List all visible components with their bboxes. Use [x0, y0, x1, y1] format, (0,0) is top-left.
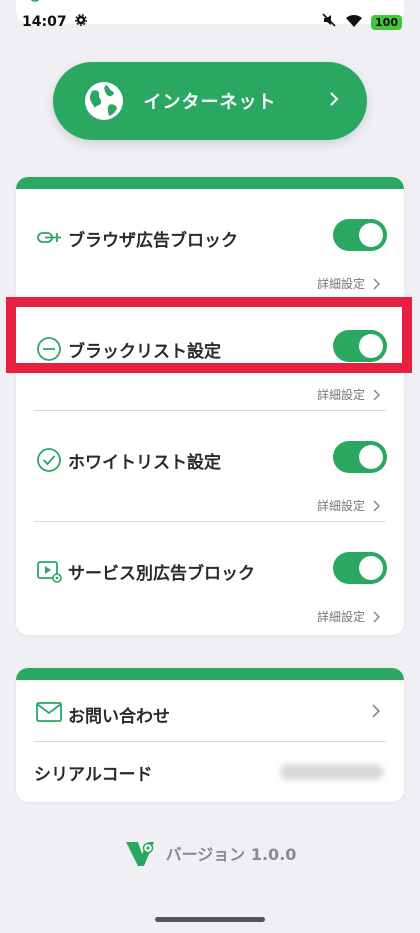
browser-ad-block-toggle[interactable]: [333, 219, 387, 251]
browser-ad-block-row: ブラウザ広告ブロック 詳細設定: [16, 189, 404, 300]
service-ad-block-detail-link[interactable]: 詳細設定: [317, 608, 380, 625]
chevron-right-icon: [330, 92, 339, 106]
browser-ad-block-label: ブラウザ広告ブロック: [68, 231, 238, 251]
chevron-right-icon: [373, 610, 380, 623]
version-info: バージョン 1.0.0: [0, 838, 420, 868]
whitelist-row: ホワイトリスト設定 詳細設定: [16, 411, 404, 522]
detail-label: 詳細設定: [316, 610, 365, 624]
status-time: 14:07: [22, 14, 67, 30]
link-plus-icon: [37, 232, 61, 243]
version-label: バージョン 1.0.0: [165, 845, 297, 864]
chevron-right-icon: [373, 388, 380, 401]
serial-code-row: シリアルコード: [16, 742, 404, 802]
browser-ad-block-detail-link[interactable]: 詳細設定: [317, 275, 380, 292]
service-ad-block-row: サービス別広告ブロック 詳細設定: [16, 522, 404, 633]
check-circle-icon: [37, 448, 61, 472]
serial-code-value-redacted: [280, 764, 384, 780]
serial-code-label: シリアルコード: [34, 765, 153, 785]
support-card: お問い合わせ シリアルコード: [16, 668, 404, 802]
video-gear-icon: [37, 561, 62, 583]
blacklist-detail-link[interactable]: 詳細設定: [317, 386, 380, 403]
whitelist-label: ホワイトリスト設定: [68, 453, 221, 473]
home-indicator[interactable]: [155, 917, 265, 922]
internet-label: インターネット: [143, 92, 277, 113]
internet-button[interactable]: インターネット: [53, 62, 367, 140]
card-accent-bar: [16, 177, 404, 189]
highlight-box: [6, 297, 412, 373]
contact-row[interactable]: お問い合わせ: [16, 680, 404, 742]
whitelist-detail-link[interactable]: 詳細設定: [317, 497, 380, 514]
detail-label: 詳細設定: [316, 277, 365, 291]
mute-icon: [321, 12, 337, 32]
battery-indicator: 100: [371, 14, 402, 30]
contact-label: お問い合わせ: [68, 707, 170, 727]
chevron-right-icon: [373, 499, 380, 512]
card-accent-bar: [16, 668, 404, 680]
chevron-right-icon: [373, 277, 380, 290]
chevron-right-icon: [372, 704, 380, 718]
detail-label: 詳細設定: [316, 388, 365, 402]
service-ad-block-toggle[interactable]: [333, 552, 387, 584]
service-ad-block-label: サービス別広告ブロック: [68, 564, 255, 584]
status-bar: 14:07 100: [0, 0, 420, 44]
wifi-icon: [345, 13, 363, 32]
whitelist-toggle[interactable]: [333, 441, 387, 473]
detail-label: 詳細設定: [316, 499, 365, 513]
mail-icon: [36, 702, 62, 722]
app-logo-icon: [125, 842, 154, 866]
settings-gear-icon: [74, 14, 87, 30]
blocking-settings-card: ブラウザ広告ブロック 詳細設定 ブラックリスト設定 詳細設定 ホワイトリスト設定…: [16, 177, 404, 635]
